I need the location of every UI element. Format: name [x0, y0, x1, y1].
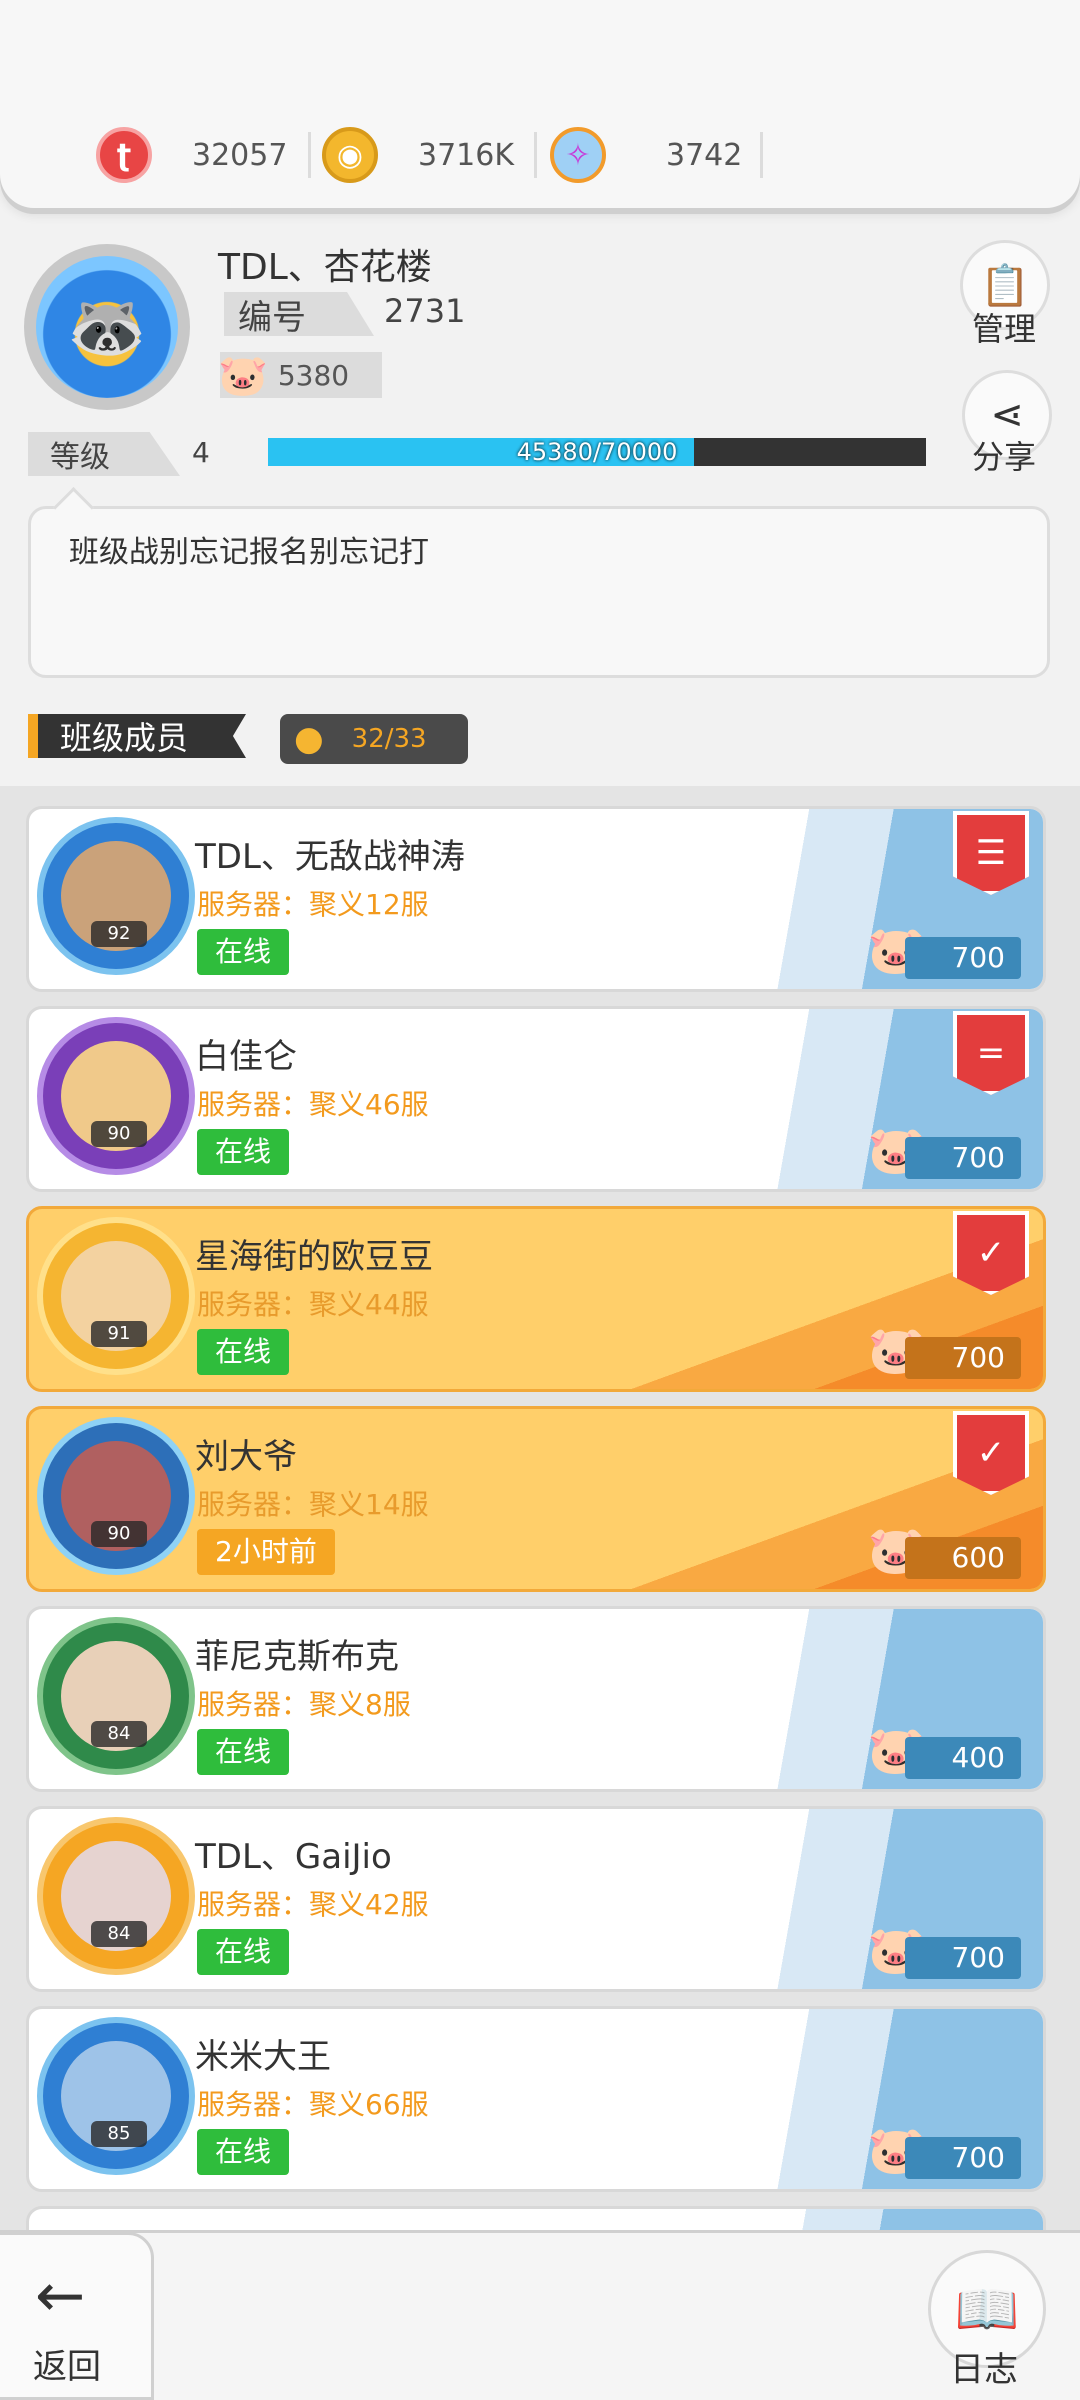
member-contribution: 700 — [905, 2137, 1021, 2179]
bottom-bar — [0, 2230, 1080, 2400]
piggy-bank-value: 🐷 5380 — [218, 352, 382, 399]
level-label: 等级 — [28, 432, 180, 476]
member-avatar[interactable] — [37, 1617, 195, 1775]
currency-bar: ʈ 32057 ◉ 3716K ✧ 3742 — [0, 0, 1080, 208]
member-status: 在线 — [197, 1129, 290, 1175]
exp-progress-text: 45380/70000 — [516, 438, 678, 466]
member-contribution: 700 — [905, 937, 1021, 979]
id-value: 2731 — [384, 292, 466, 330]
member-avatar[interactable] — [37, 1817, 195, 1975]
currency-gold[interactable]: ◉ 3716K — [322, 126, 537, 184]
member-name: 菲尼克斯布克 — [195, 1637, 399, 1677]
member-card[interactable]: 90 白佳仑 服务器：聚义46服 在线 = 🐷 700 — [26, 1006, 1046, 1192]
id-label: 编号 — [224, 292, 374, 336]
currency-gem[interactable]: ʈ 32057 — [96, 126, 311, 184]
share-label: 分享 — [972, 438, 1037, 476]
member-name: TDL、GaiJio — [195, 1837, 392, 1877]
gem-coin-icon: ʈ — [96, 127, 152, 183]
level-value: 4 — [192, 436, 210, 469]
member-level: 84 — [91, 1921, 147, 1947]
member-server: 服务器：聚义42服 — [197, 1888, 429, 1921]
member-status: 在线 — [197, 1929, 290, 1975]
member-contribution: 400 — [905, 1737, 1021, 1779]
member-avatar[interactable] — [37, 2017, 195, 2175]
member-name: 星海街的欧豆豆 — [195, 1237, 433, 1277]
class-notice[interactable]: 班级战别忘记报名别忘记打 — [28, 506, 1050, 678]
member-level: 91 — [91, 1321, 147, 1347]
member-server: 服务器：聚义44服 — [197, 1288, 429, 1321]
member-avatar[interactable] — [37, 1017, 195, 1175]
currency-gem-value: 32057 — [192, 137, 288, 173]
member-level: 90 — [91, 1121, 147, 1147]
divider — [308, 132, 311, 178]
member-status: 在线 — [197, 1329, 290, 1375]
member-card[interactable]: 84 菲尼克斯布克 服务器：聚义8服 在线 🐷 400 — [26, 1606, 1046, 1792]
member-avatar[interactable] — [37, 1417, 195, 1575]
member-name: 白佳仑 — [195, 1037, 297, 1077]
member-server: 服务器：聚义46服 — [197, 1088, 429, 1121]
piggy-bank-icon: 🐷 — [218, 352, 268, 399]
member-name: TDL、无敌战神涛 — [195, 837, 465, 877]
arrow-left-icon: ← — [35, 2261, 86, 2331]
back-button[interactable]: ← 返回 — [0, 2232, 154, 2400]
member-count-badge: ● 32/33 — [280, 714, 468, 764]
book-icon: 📖 — [954, 2279, 1020, 2340]
log-label: 日志 — [950, 2350, 1018, 2390]
members-section-title: 班级成员 — [28, 714, 246, 758]
member-level: 85 — [91, 2121, 147, 2147]
member-level: 92 — [91, 921, 147, 947]
divider — [760, 132, 763, 178]
member-server: 服务器：聚义14服 — [197, 1488, 429, 1521]
member-contribution: 600 — [905, 1537, 1021, 1579]
person-icon: ● — [294, 719, 324, 759]
member-card[interactable]: 90 刘大爷 服务器：聚义14服 2小时前 ✓ 🐷 600 — [26, 1406, 1046, 1592]
currency-pacifier-value: 3742 — [666, 137, 743, 173]
member-server: 服务器：聚义12服 — [197, 888, 429, 921]
currency-gold-value: 3716K — [418, 137, 515, 173]
class-avatar[interactable]: 🦝 — [24, 244, 190, 410]
pacifier-icon: ✧ — [550, 127, 606, 183]
class-name: TDL、杏花楼 — [218, 247, 432, 288]
member-status: 在线 — [197, 929, 290, 975]
divider — [534, 132, 537, 178]
member-contribution: 700 — [905, 1337, 1021, 1379]
member-status: 2小时前 — [197, 1529, 335, 1575]
manage-label: 管理 — [972, 310, 1037, 348]
document-settings-icon: 📋 — [980, 262, 1030, 309]
member-level: 90 — [91, 1521, 147, 1547]
member-name: 米米大王 — [195, 2037, 331, 2077]
exp-progress-bar: 45380/70000 — [268, 438, 926, 466]
member-server: 服务器：聚义66服 — [197, 2088, 429, 2121]
currency-pacifier[interactable]: ✧ 3742 — [550, 126, 763, 184]
raccoon-mascot-icon: 🦝 — [67, 290, 147, 365]
member-name: 刘大爷 — [195, 1437, 297, 1477]
back-label: 返回 — [33, 2347, 101, 2387]
member-card[interactable]: 92 TDL、无敌战神涛 服务器：聚义12服 在线 ☰ 🐷 700 — [26, 806, 1046, 992]
member-avatar[interactable] — [37, 817, 195, 975]
member-contribution: 700 — [905, 1137, 1021, 1179]
notice-text: 班级战别忘记报名别忘记打 — [69, 535, 429, 570]
member-card[interactable]: 85 米米大王 服务器：聚义66服 在线 🐷 700 — [26, 2006, 1046, 2192]
member-status: 在线 — [197, 1729, 290, 1775]
member-contribution: 700 — [905, 1937, 1021, 1979]
gold-coin-icon: ◉ — [322, 127, 378, 183]
member-level: 84 — [91, 1721, 147, 1747]
member-card[interactable]: 91 星海街的欧豆豆 服务器：聚义44服 在线 ✓ 🐷 700 — [26, 1206, 1046, 1392]
member-status: 在线 — [197, 2129, 290, 2175]
member-card[interactable]: 84 TDL、GaiJio 服务器：聚义42服 在线 🐷 700 — [26, 1806, 1046, 1992]
member-server: 服务器：聚义8服 — [197, 1688, 411, 1721]
member-avatar[interactable] — [37, 1217, 195, 1375]
